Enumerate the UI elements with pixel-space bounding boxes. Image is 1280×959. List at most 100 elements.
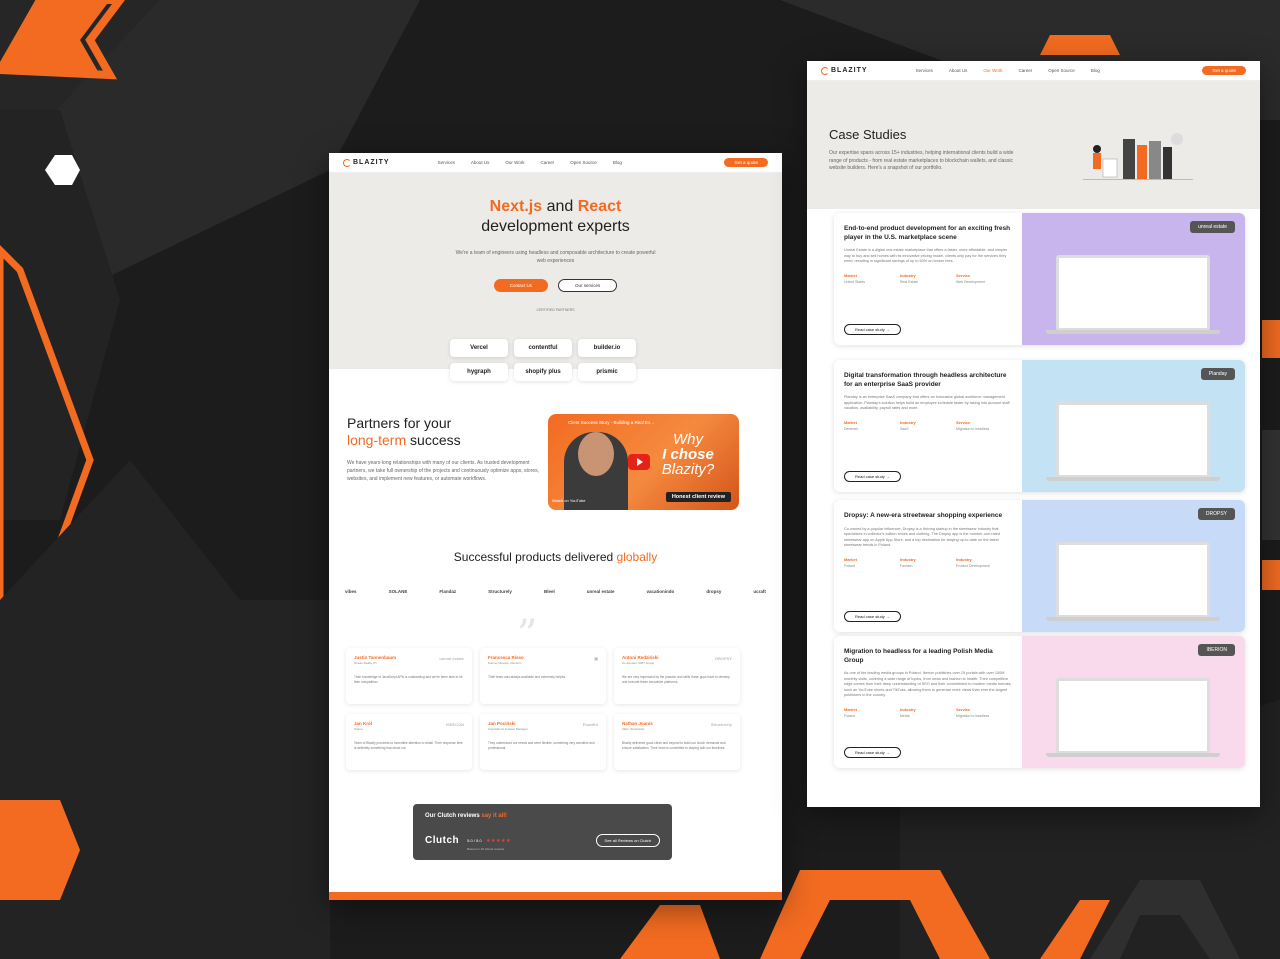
- case-study-card: Digital transformation through headless …: [834, 360, 1245, 492]
- certified-partners-label: CERTIFIED PARTNERS: [536, 308, 575, 312]
- nav-link-career[interactable]: Career: [1019, 68, 1033, 73]
- company-logo-icon: ▣: [594, 656, 598, 661]
- nav-link-blog[interactable]: Blog: [1091, 68, 1100, 73]
- nav-link-our-work[interactable]: Our Work: [983, 68, 1002, 73]
- testimonials-grid: Justin Tannenbaum Ocean Realty ITI unrea…: [346, 648, 740, 770]
- client-logo: dropsy: [706, 589, 722, 594]
- top-nav: BLAZITY Services About Us Our Work Caree…: [807, 61, 1260, 81]
- case-preview: unreal estate: [1022, 213, 1245, 345]
- nav-link-blog[interactable]: Blog: [613, 160, 622, 165]
- case-preview: Planday: [1022, 360, 1245, 492]
- case-study-card: Migration to headless for a leading Poli…: [834, 636, 1245, 768]
- laptop-mockup: [1056, 542, 1210, 618]
- contact-us-button[interactable]: Contact Us: [493, 279, 548, 292]
- nav-link-our-work[interactable]: Our Work: [505, 160, 524, 165]
- nav-link-about[interactable]: About Us: [471, 160, 490, 165]
- laptop-base: [1046, 330, 1220, 334]
- laptop-mockup: [1056, 402, 1210, 478]
- star-rating-icon: ★★★★★: [486, 838, 511, 844]
- case-description: Unreal Estate is a digital real estate m…: [844, 248, 1008, 263]
- case-description: Co-owned by a popular influencer, Dropsy…: [844, 526, 1000, 548]
- video-headline: Why I chose Blazity?: [661, 431, 715, 478]
- arrow-right-icon: →: [885, 614, 890, 619]
- testimonial-card: Francesca Risso Former Director, Dexcom …: [480, 648, 606, 704]
- client-logo: vibes: [345, 589, 357, 594]
- partners-heading: Partners for your long-term success: [347, 415, 461, 448]
- clutch-title: Our Clutch reviews say it all!: [425, 813, 508, 819]
- partner-contentful: contentful: [514, 339, 572, 357]
- case-info: Dropsy: A new-era streetwear shopping ex…: [834, 500, 1022, 632]
- watch-on-youtube[interactable]: Watch on YouTube: [552, 498, 586, 503]
- client-logo: ucraft: [753, 589, 766, 594]
- logo[interactable]: BLAZITY: [343, 158, 390, 167]
- video-badge: Honest client review: [665, 492, 731, 502]
- read-case-study-button[interactable]: Read case study →: [844, 324, 901, 335]
- video-face-image: [578, 432, 614, 476]
- partner-vercel: Vercel: [450, 339, 508, 357]
- arrow-right-icon: →: [885, 750, 890, 755]
- video-thumbnail[interactable]: Client Success Story - Building a Real E…: [548, 414, 739, 510]
- see-all-reviews-button[interactable]: See all Reviews on Clutch: [595, 833, 660, 847]
- logo-icon: [821, 66, 829, 75]
- clutch-rating: 5.0 / 5.0: [467, 838, 482, 843]
- client-logo: SOLANE: [388, 589, 408, 594]
- laptop-mockup: [1056, 255, 1210, 331]
- case-meta: Market Poland Industry Media Service Migratio…: [844, 706, 990, 718]
- client-logo: Flandaz: [439, 589, 457, 594]
- footer-accent-bar: [329, 892, 782, 900]
- client-logo: Bleel: [543, 589, 555, 594]
- hero-title: Next.js and React development experts: [481, 198, 630, 235]
- nav-link-open-source[interactable]: Open Source: [1048, 68, 1075, 73]
- partner-logos: Vercel contentful builder.io hygraph sho…: [450, 339, 636, 381]
- clutch-logo: Clutch: [425, 834, 460, 846]
- video-title: Client Success Story - Building a Real E…: [568, 420, 655, 425]
- case-title: End-to-end product development for an ex…: [844, 225, 1011, 241]
- case-study-card: Dropsy: A new-era streetwear shopping ex…: [834, 500, 1245, 632]
- client-logo: vacationindo: [646, 589, 675, 594]
- nav-link-services[interactable]: Services: [438, 160, 455, 165]
- read-case-study-button[interactable]: Read case study →: [844, 471, 901, 482]
- case-client-logo: DROPSY: [1197, 508, 1235, 520]
- nav-links: Services About Us Our Work Career Open S…: [916, 68, 1203, 73]
- partners-section: Partners for your long-term success We h…: [347, 415, 547, 483]
- arrow-right-icon: →: [885, 474, 890, 479]
- bookshelf-illustration: [1083, 133, 1193, 180]
- case-preview: DROPSY: [1022, 500, 1245, 632]
- case-study-card: End-to-end product development for an ex…: [834, 213, 1245, 345]
- read-case-study-button[interactable]: Read case study →: [844, 611, 901, 622]
- case-title: Dropsy: A new-era streetwear shopping ex…: [844, 512, 1003, 519]
- case-info: Digital transformation through headless …: [834, 360, 1022, 492]
- case-description: As one of the leading media groups in Po…: [844, 671, 1012, 697]
- our-services-button[interactable]: Our services: [558, 279, 618, 292]
- client-logos-row: vibes SOLANE Flandaz Structurely Bleel u…: [329, 589, 782, 594]
- top-nav: BLAZITY Services About Us Our Work Caree…: [329, 153, 782, 173]
- laptop-base: [1046, 477, 1220, 481]
- testimonial-card: Nathan Joanis CEO, Structurely Structure…: [614, 714, 740, 770]
- nav-link-about[interactable]: About Us: [949, 68, 968, 73]
- nav-link-open-source[interactable]: Open Source: [570, 160, 597, 165]
- get-quote-button[interactable]: Get a quote: [1202, 66, 1246, 75]
- get-quote-button[interactable]: Get a quote: [724, 158, 768, 167]
- testimonial-card: Jan Król Owner ISEECON Team of Blazity p…: [346, 714, 472, 770]
- laptop-base: [1046, 617, 1220, 621]
- case-description: Planday is an enterprise SaaS company th…: [844, 395, 1010, 410]
- page-intro: Our expertise spans across 15+ industrie…: [829, 150, 1014, 171]
- case-client-logo: unreal estate: [1190, 221, 1235, 233]
- nav-link-career[interactable]: Career: [541, 160, 555, 165]
- case-client-logo: Planday: [1200, 368, 1235, 380]
- read-case-study-button[interactable]: Read case study →: [844, 747, 901, 758]
- partner-prismic: prismic: [578, 363, 636, 381]
- logo-icon: [343, 158, 351, 167]
- logo[interactable]: BLAZITY: [821, 66, 868, 75]
- arrow-right-icon: →: [885, 327, 890, 332]
- case-meta: Market United States Industry Real Estate Se…: [844, 272, 985, 284]
- nav-link-services[interactable]: Services: [916, 68, 933, 73]
- nav-links: Services About Us Our Work Career Open S…: [438, 160, 725, 165]
- products-heading: Successful products delivered globally: [453, 550, 658, 564]
- partner-shopify-plus: shopify plus: [514, 363, 572, 381]
- testimonial-card: Antoni Redziński Co-founder, RMT Group D…: [614, 648, 740, 704]
- case-meta: Market Denmark Industry SaaS Service Migratio…: [844, 419, 990, 431]
- case-title: Digital transformation through headless …: [844, 372, 1007, 388]
- case-info: End-to-end product development for an ex…: [834, 213, 1022, 345]
- testimonial-card: Justin Tannenbaum Ocean Realty ITI unrea…: [346, 648, 472, 704]
